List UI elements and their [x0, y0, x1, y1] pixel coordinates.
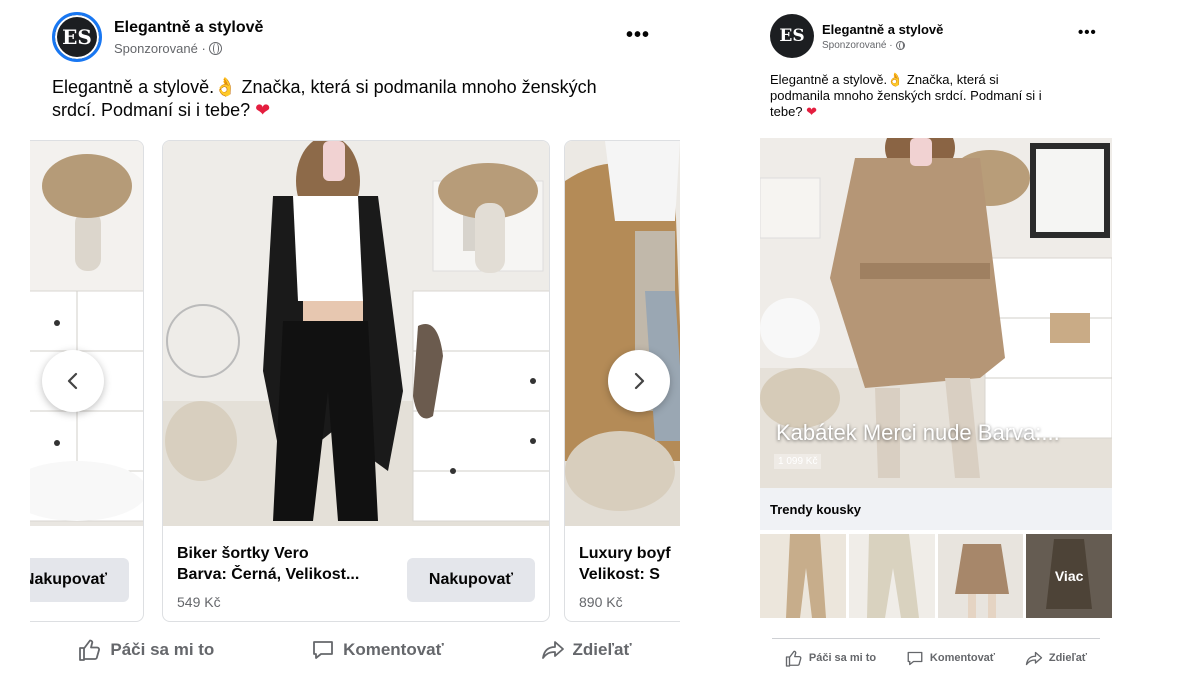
caption-line: tebe? ❤: [770, 103, 818, 119]
thumbnail-image: [848, 534, 935, 618]
collection-thumbnail[interactable]: [760, 534, 846, 618]
card-footer: Biker šortky Vero Barva: Černá, Velikost…: [163, 526, 549, 621]
product-title-line: Barva: Černá, Velikost...: [177, 565, 360, 583]
comment-icon: [313, 641, 333, 659]
product-image: [30, 141, 143, 526]
product-photo[interactable]: [163, 141, 549, 526]
sponsored-post-carousel: ES Elegantně a stylově Sponzorované · ••…: [30, 0, 680, 675]
product-title-line: Biker šortky Vero: [177, 545, 309, 562]
globe-icon: [895, 40, 905, 50]
comment-button[interactable]: Komentovať: [311, 639, 444, 661]
caption-line: podmanila mnoho ženských srdcí. Podmaní …: [770, 87, 1042, 103]
header-text: Elegantně a stylově Sponzorované ·: [114, 19, 263, 56]
post-caption: Elegantně a stylově.👌 Značka, která si p…: [770, 72, 1110, 120]
product-price: 549 Kč: [177, 594, 221, 610]
carousel-card[interactable]: Biker šortky Vero Barva: Černá, Velikost…: [162, 140, 550, 622]
card-footer: Luxury boyf Velikost: S 890 Kč: [565, 526, 680, 621]
like-label: Páči sa mi to: [808, 652, 877, 664]
like-button[interactable]: Páči sa mi to: [78, 639, 214, 661]
product-title-line: Luxury boyf: [579, 545, 671, 562]
sponsored-post-collection: ES Elegantně a stylově Sponzorované · ••…: [760, 0, 1115, 675]
product-price: 890 Kč: [579, 594, 623, 610]
featured-product-price: 1 099 Kč: [774, 454, 822, 469]
post-actions: Páči sa mi to Komentovať Zdieľať: [30, 630, 680, 670]
collection-thumbnail[interactable]: [937, 534, 1024, 618]
thumbnail-image: [760, 534, 846, 618]
like-label: Páči sa mi to: [110, 640, 215, 659]
chevron-right-icon: [634, 372, 645, 390]
featured-product-title[interactable]: Kabátek Merci nude Barva:...: [776, 420, 1060, 446]
featured-product-photo[interactable]: Kabátek Merci nude Barva:... 1 099 Kč: [760, 138, 1112, 488]
chevron-left-icon: [67, 372, 78, 390]
card-footer: Nakupovať: [30, 526, 143, 621]
heart-emoji: ❤: [255, 100, 271, 121]
share-label: Zdieľať: [572, 640, 632, 659]
view-more-label: Viac: [1026, 534, 1112, 618]
collection-label[interactable]: Trendy kousky: [760, 488, 1112, 530]
comment-button[interactable]: Komentovať: [906, 650, 995, 667]
comment-label: Komentovať: [929, 652, 996, 664]
carousel-prev-button[interactable]: [42, 350, 104, 412]
collection-thumbnail-more[interactable]: Viac: [1026, 534, 1112, 618]
product-title[interactable]: Luxury boyf Velikost: S: [579, 544, 680, 586]
product-image: [565, 141, 680, 526]
page-name[interactable]: Elegantně a stylově: [114, 19, 263, 37]
product-photo[interactable]: [30, 141, 143, 526]
caption-line: srdcí. Podmaní si i tebe? ❤: [52, 100, 271, 121]
share-icon: [541, 641, 564, 659]
page-name[interactable]: Elegantně a stylově: [822, 22, 943, 37]
collection-thumbnails: Viac: [760, 534, 1112, 618]
product-photo[interactable]: [565, 141, 680, 526]
share-button[interactable]: Zdieľať: [541, 639, 632, 661]
share-button[interactable]: Zdieľať: [1025, 650, 1087, 667]
globe-icon: [208, 41, 222, 55]
post-header: ES Elegantně a stylově Sponzorované ·: [52, 12, 263, 62]
caption-line: Elegantně a stylově.👌 Značka, která si p…: [52, 77, 597, 97]
more-dots-icon[interactable]: •••: [626, 24, 650, 47]
post-header: ES Elegantně a stylově Sponzorované ·: [770, 14, 943, 58]
post-caption: Elegantně a stylově.👌 Značka, která si p…: [52, 76, 672, 123]
sponsored-label: Sponzorované ·: [114, 41, 263, 56]
header-text: Elegantně a stylově Sponzorované ·: [822, 22, 943, 51]
comment-icon: [907, 651, 923, 665]
like-button[interactable]: Páči sa mi to: [785, 650, 876, 667]
share-icon: [1025, 651, 1043, 665]
caption-line: Elegantně a stylově.👌 Značka, která si: [770, 72, 999, 87]
product-title[interactable]: Biker šortky Vero Barva: Černá, Velikost…: [177, 544, 407, 586]
thumbs-up-icon: [785, 650, 802, 667]
product-image: [163, 141, 549, 526]
heart-emoji: ❤: [806, 103, 818, 119]
more-dots-icon[interactable]: •••: [1078, 24, 1097, 41]
page-avatar[interactable]: ES: [52, 12, 102, 62]
sponsored-text: Sponzorované ·: [114, 40, 206, 56]
post-actions: Páči sa mi to Komentovať Zdieľať: [770, 645, 1102, 671]
thumbnail-image: [937, 534, 1024, 618]
page-avatar[interactable]: ES: [770, 14, 814, 58]
comment-label: Komentovať: [343, 640, 444, 659]
share-label: Zdieľať: [1048, 652, 1088, 664]
carousel-next-button[interactable]: [608, 350, 670, 412]
divider: [772, 638, 1100, 639]
thumbs-up-icon: [79, 639, 101, 661]
product-title-line: Velikost: S: [579, 565, 660, 583]
shop-now-button[interactable]: Nakupovať: [407, 558, 535, 602]
shop-now-button[interactable]: Nakupovať: [30, 558, 129, 602]
sponsored-text: Sponzorované ·: [822, 39, 893, 51]
sponsored-label: Sponzorované ·: [822, 40, 943, 51]
collection-thumbnail[interactable]: [848, 534, 935, 618]
